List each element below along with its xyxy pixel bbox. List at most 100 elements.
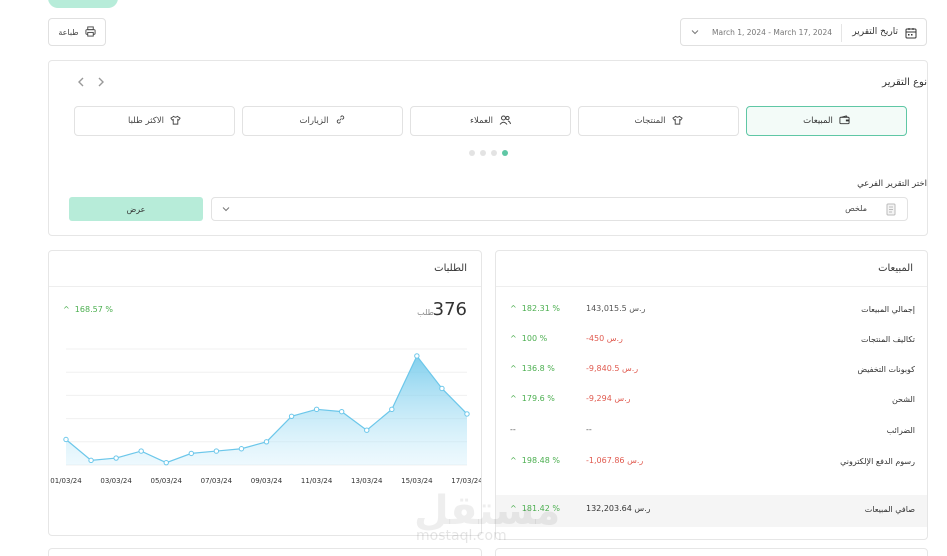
row-value: -9,840.5 ر.س bbox=[586, 364, 639, 373]
report-type-title: نوع التقرير bbox=[882, 77, 927, 88]
row-label: تكاليف المنتجات bbox=[860, 335, 915, 344]
subreport-value: ملخص bbox=[845, 204, 867, 213]
row-percent: ^ 136.8 % bbox=[510, 364, 555, 373]
tab-customers[interactable]: العملاء bbox=[410, 106, 571, 136]
chart-x-tick-label: 09/03/24 bbox=[251, 477, 283, 485]
tab-sales[interactable]: المبيعات bbox=[746, 106, 907, 136]
chart-x-tick-label: 05/03/24 bbox=[151, 477, 183, 485]
row-label: كوبونات التخفيض bbox=[857, 365, 915, 374]
sales-total-row: صافي المبيعات 132,203.64 ر.س ^ 181.42 % bbox=[496, 495, 927, 527]
tab-label: العملاء bbox=[469, 116, 494, 126]
sales-row: الشحن -9,294 ر.س ^ 179.6 % bbox=[496, 385, 927, 415]
orders-card-header: الطلبات bbox=[49, 251, 481, 287]
subreport-label: اختر التقرير الفرعي bbox=[857, 179, 927, 189]
chart-x-tick-label: 03/03/24 bbox=[100, 477, 132, 485]
watermark-url: mostaql.com bbox=[416, 528, 507, 544]
row-label: رسوم الدفع الإلكتروني bbox=[840, 457, 915, 466]
sales-row: كوبونات التخفيض -9,840.5 ر.س ^ 136.8 % bbox=[496, 355, 927, 385]
row-label: الضرائب bbox=[886, 426, 915, 435]
sales-row: إجمالي المبيعات 143,015.5 ر.س ^ 182.31 % bbox=[496, 295, 927, 325]
row-value: -9,294 ر.س bbox=[586, 394, 631, 403]
chart-point bbox=[113, 455, 119, 461]
print-label: طباعة bbox=[58, 27, 79, 37]
tab-label: المنتجات bbox=[634, 116, 666, 126]
chart-point bbox=[439, 385, 445, 392]
chart-x-tick-label: 15/03/24 bbox=[401, 477, 433, 485]
chevron-right-icon[interactable] bbox=[96, 76, 106, 91]
users-icon bbox=[499, 115, 512, 128]
carousel-dot[interactable] bbox=[469, 150, 475, 156]
orders-percent: ^ 168.57 % bbox=[63, 305, 113, 314]
show-button[interactable]: عرض bbox=[69, 197, 203, 221]
wallet-icon bbox=[839, 114, 850, 128]
row-value: 132,203.64 ر.س bbox=[586, 504, 651, 513]
row-label: إجمالي المبيعات bbox=[861, 305, 915, 314]
chart-point bbox=[88, 457, 94, 464]
chart-point bbox=[263, 439, 270, 445]
carousel-dot[interactable] bbox=[491, 150, 497, 156]
chart-point bbox=[288, 413, 295, 419]
row-value: 143,015.5 ر.س bbox=[586, 304, 646, 313]
date-label: تاريخ التقرير bbox=[852, 27, 898, 37]
row-percent: ^ 198.48 % bbox=[510, 456, 560, 465]
document-icon bbox=[885, 203, 897, 219]
chart-x-tick-label: 07/03/24 bbox=[201, 477, 233, 485]
row-value: -- bbox=[586, 425, 592, 434]
orders-chart: 01/03/24 03/03/24 05/03/24 07/03/24 09/03/24… bbox=[50, 348, 482, 485]
chart-x-tick-label: 01/03/24 bbox=[50, 477, 82, 485]
date-range-picker[interactable]: تاريخ التقرير March 1, 2024 - March 17, … bbox=[680, 18, 927, 46]
shirt-icon bbox=[671, 115, 683, 128]
chart-point bbox=[213, 448, 220, 454]
chart-point bbox=[163, 459, 169, 466]
chart-x-tick-label: 11/03/24 bbox=[301, 477, 333, 485]
chevron-down-icon bbox=[222, 205, 230, 216]
row-percent: ^ 179.6 % bbox=[510, 394, 555, 403]
lower-card-right bbox=[495, 548, 928, 556]
row-value: -450 ر.س bbox=[586, 334, 623, 343]
carousel-dot-active[interactable] bbox=[502, 150, 508, 156]
row-percent: ^ 182.31 % bbox=[510, 304, 560, 313]
link-icon bbox=[335, 114, 346, 128]
sales-row: الضرائب -- -- bbox=[496, 416, 927, 446]
sales-row: تكاليف المنتجات -450 ر.س ^ 100 % bbox=[496, 325, 927, 355]
orders-title: الطلبات bbox=[434, 263, 467, 274]
row-percent: ^ 100 % bbox=[510, 334, 548, 343]
tab-label: الزيارات bbox=[299, 116, 329, 126]
row-label: صافي المبيعات bbox=[864, 505, 915, 514]
show-label: عرض bbox=[126, 204, 146, 214]
tab-visits[interactable]: الزيارات bbox=[242, 106, 403, 136]
chart-point bbox=[364, 427, 370, 433]
divider bbox=[841, 24, 842, 42]
tab-products[interactable]: المنتجات bbox=[578, 106, 739, 136]
chart-point bbox=[63, 436, 69, 443]
chart-point bbox=[138, 448, 144, 454]
tab-label: الاكثر طلبا bbox=[128, 116, 164, 126]
chart-point bbox=[188, 450, 195, 457]
subreport-select[interactable]: ملخص bbox=[211, 197, 908, 221]
carousel-dot[interactable] bbox=[480, 150, 486, 156]
chevron-down-icon bbox=[691, 28, 699, 39]
sales-card-header: المبيعات bbox=[496, 251, 927, 287]
orders-unit: طلب bbox=[417, 308, 434, 317]
shirt-icon bbox=[170, 115, 181, 128]
chart-point bbox=[414, 353, 420, 359]
tab-most-ordered[interactable]: الاكثر طلبا bbox=[74, 106, 235, 136]
row-percent: -- bbox=[510, 425, 516, 434]
sales-title: المبيعات bbox=[878, 263, 913, 274]
chart-point bbox=[338, 408, 345, 415]
chart-point bbox=[464, 411, 470, 417]
orders-count: 376 bbox=[432, 299, 467, 320]
lower-card-left bbox=[48, 548, 482, 556]
printer-icon bbox=[85, 25, 96, 39]
chevron-left-icon[interactable] bbox=[76, 76, 86, 91]
top-action-pill[interactable] bbox=[48, 0, 118, 8]
chart-point bbox=[238, 446, 245, 452]
chart-point bbox=[389, 406, 395, 413]
chart-x-tick-label: 17/03/24 bbox=[451, 477, 482, 485]
chart-x-tick-label: 13/03/24 bbox=[351, 477, 383, 485]
row-value: -1,067.86 ر.س bbox=[586, 456, 644, 465]
calendar-icon bbox=[905, 27, 917, 42]
print-button[interactable]: طباعة bbox=[48, 18, 106, 46]
chart-point bbox=[313, 406, 320, 413]
row-label: الشحن bbox=[891, 395, 915, 404]
